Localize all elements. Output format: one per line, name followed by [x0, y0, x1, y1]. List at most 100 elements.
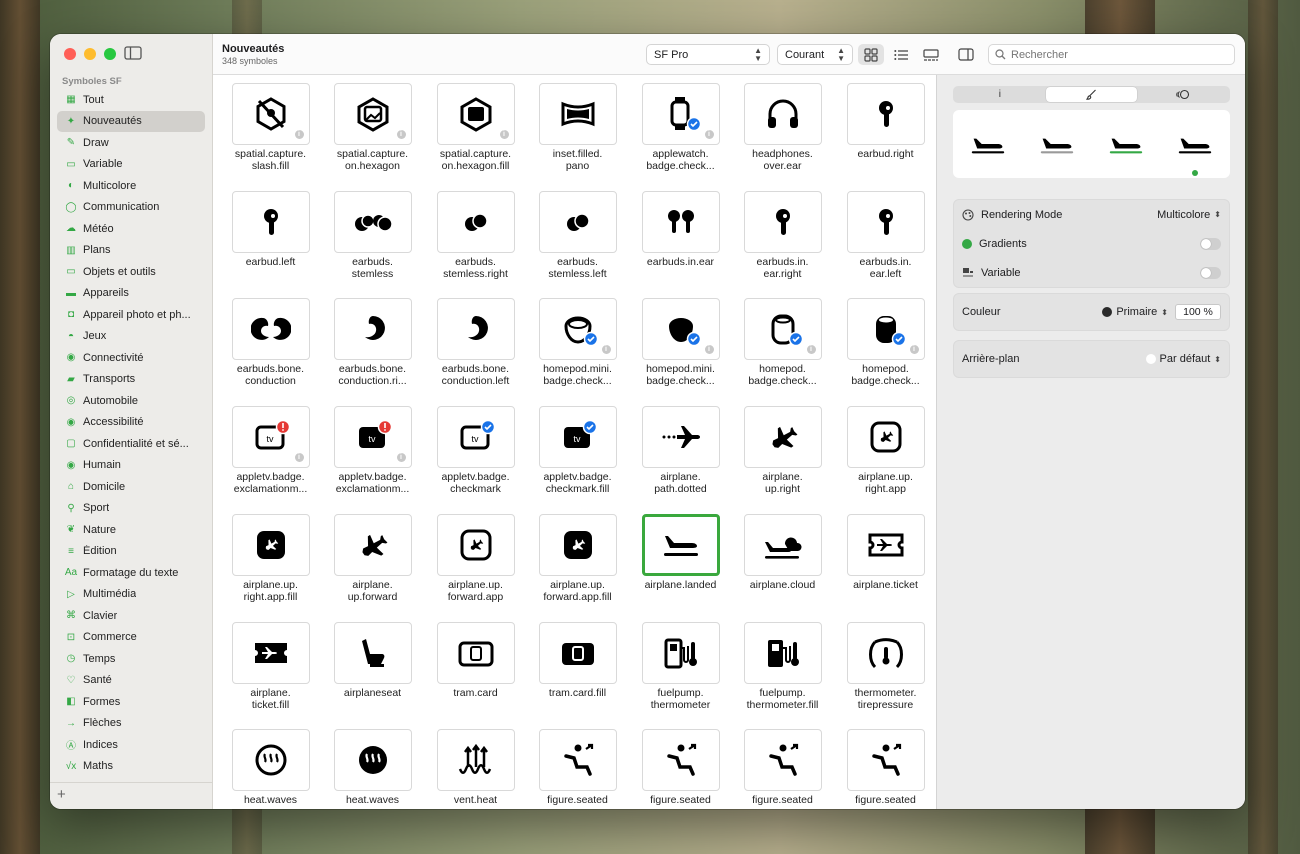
symbol-thumbnail[interactable]	[846, 621, 925, 684]
symbol-tile[interactable]: heat.waves	[223, 729, 318, 806]
symbol-thumbnail[interactable]	[231, 621, 310, 684]
symbol-thumbnail[interactable]	[333, 513, 412, 576]
symbol-thumbnail[interactable]	[538, 83, 617, 145]
symbol-tile[interactable]: figure.seated	[735, 729, 830, 806]
sidebar-item-0[interactable]: ▦ Tout	[57, 89, 205, 111]
sidebar-item-7[interactable]: ▥ Plans	[57, 240, 205, 262]
sidebar-item-13[interactable]: ▰ Transports	[57, 369, 205, 391]
sidebar-item-31[interactable]: √x Maths	[57, 756, 205, 778]
symbol-tile[interactable]: airplane.landed	[633, 513, 728, 591]
symbol-thumbnail[interactable]	[743, 729, 822, 792]
symbol-thumbnail[interactable]: i	[538, 298, 617, 361]
weight-popup[interactable]: Courant ▲ ▼	[777, 44, 853, 65]
symbol-tile[interactable]: figure.seated	[530, 729, 625, 806]
symbol-tile[interactable]: fuelpump. thermometer.fill	[735, 621, 830, 711]
sidebar-item-29[interactable]: → Flèches	[57, 713, 205, 735]
symbol-tile[interactable]: i spatial.capture. on.hexagon.fill	[428, 83, 523, 172]
zoom-button[interactable]	[104, 48, 116, 60]
symbol-thumbnail[interactable]	[743, 621, 822, 684]
symbol-thumbnail[interactable]: i	[436, 83, 515, 145]
symbol-tile[interactable]: airplaneseat	[325, 621, 420, 699]
symbol-tile[interactable]: i homepod.mini. badge.check...	[633, 298, 728, 387]
symbol-thumbnail[interactable]	[436, 513, 515, 576]
sidebar-item-27[interactable]: ♡ Santé	[57, 670, 205, 692]
tab-info[interactable]: i	[954, 87, 1046, 102]
sidebar-item-3[interactable]: ▭ Variable	[57, 154, 205, 176]
rendering-mode-popup[interactable]: Multicolore ⬍	[1157, 209, 1221, 221]
opacity-field[interactable]: 100 %	[1175, 304, 1221, 320]
symbol-tile[interactable]: tv appletv.badge. checkmark.fill	[530, 406, 625, 495]
symbol-thumbnail[interactable]	[743, 513, 822, 576]
sidebar-item-17[interactable]: ◉ Humain	[57, 455, 205, 477]
symbol-tile[interactable]: earbuds.in. ear.left	[838, 190, 933, 280]
minimize-button[interactable]	[84, 48, 96, 60]
symbol-tile[interactable]: tram.card.fill	[530, 621, 625, 699]
sidebar-toggle-icon[interactable]	[124, 45, 142, 61]
symbol-tile[interactable]: airplane. up.forward	[325, 513, 420, 603]
info-icon[interactable]: i	[704, 130, 714, 139]
symbol-tile[interactable]: i applewatch. badge.check...	[633, 83, 728, 172]
symbol-thumbnail[interactable]: i	[743, 298, 822, 361]
symbol-tile[interactable]: earbuds. stemless	[325, 190, 420, 280]
symbol-thumbnail[interactable]	[436, 729, 515, 792]
info-icon[interactable]: i	[909, 345, 919, 355]
symbol-thumbnail[interactable]: i	[333, 83, 412, 145]
symbol-thumbnail[interactable]: i	[846, 298, 925, 361]
symbol-tile[interactable]: i homepod.mini. badge.check...	[530, 298, 625, 387]
background-popup[interactable]: Par défaut ⬍	[1145, 353, 1221, 365]
gallery-view-button[interactable]	[918, 44, 944, 65]
close-button[interactable]	[64, 48, 76, 60]
symbol-thumbnail[interactable]	[333, 621, 412, 684]
preview-hierarchical[interactable]	[1034, 124, 1080, 164]
symbol-tile[interactable]: airplane.up. forward.app	[428, 513, 523, 603]
sidebar-item-30[interactable]: Ⓐ Indices	[57, 734, 205, 756]
symbol-tile[interactable]: airplane. ticket.fill	[223, 621, 318, 711]
symbol-thumbnail[interactable]	[436, 190, 515, 253]
symbol-thumbnail[interactable]: i	[641, 83, 720, 145]
symbol-tile[interactable]: i spatial.capture. slash.fill	[223, 83, 318, 172]
symbol-thumbnail[interactable]: tv	[436, 406, 515, 469]
symbol-tile[interactable]: inset.filled. pano	[530, 83, 625, 172]
symbol-thumbnail[interactable]	[641, 190, 720, 253]
symbol-tile[interactable]: thermometer. tirepressure	[838, 621, 933, 711]
info-icon[interactable]: i	[396, 453, 406, 463]
symbol-tile[interactable]: tv appletv.badge. checkmark	[428, 406, 523, 495]
sidebar-item-12[interactable]: ◉ Connectivité	[57, 347, 205, 369]
symbol-thumbnail[interactable]	[231, 190, 310, 253]
symbol-tile[interactable]: vent.heat	[428, 729, 523, 806]
symbol-thumbnail[interactable]	[333, 298, 412, 361]
symbol-tile[interactable]: earbuds.bone. conduction.left	[428, 298, 523, 387]
symbol-thumbnail[interactable]: tv	[538, 406, 617, 469]
symbol-tile[interactable]: tv i appletv.badge. exclamationm...	[223, 406, 318, 495]
preview-palette[interactable]	[1103, 124, 1149, 164]
symbol-tile[interactable]: earbuds.in.ear	[633, 190, 728, 268]
sidebar-item-22[interactable]: Aa Formatage du texte	[57, 562, 205, 584]
symbol-tile[interactable]: airplane.up. forward.app.fill	[530, 513, 625, 603]
symbol-tile[interactable]: i homepod. badge.check...	[838, 298, 933, 387]
symbol-thumbnail[interactable]	[743, 83, 822, 145]
sidebar-item-25[interactable]: ⊡ Commerce	[57, 627, 205, 649]
symbol-tile[interactable]: earbud.left	[223, 190, 318, 268]
symbol-thumbnail[interactable]	[538, 729, 617, 792]
info-icon[interactable]: i	[704, 345, 714, 355]
symbol-tile[interactable]: airplane. path.dotted	[633, 406, 728, 495]
sidebar-item-19[interactable]: ⚲ Sport	[57, 498, 205, 520]
symbol-tile[interactable]: tram.card	[428, 621, 523, 699]
search-field[interactable]	[988, 44, 1235, 65]
symbol-thumbnail[interactable]	[641, 621, 720, 684]
sidebar-item-9[interactable]: ▬ Appareils	[57, 283, 205, 305]
sidebar-item-20[interactable]: ❦ Nature	[57, 519, 205, 541]
variable-toggle[interactable]	[1200, 266, 1221, 279]
symbol-tile[interactable]: airplane.ticket	[838, 513, 933, 591]
sidebar-item-14[interactable]: ◎ Automobile	[57, 390, 205, 412]
sidebar-item-24[interactable]: ⌘ Clavier	[57, 605, 205, 627]
symbol-thumbnail[interactable]: tv i	[231, 406, 310, 469]
symbol-tile[interactable]: airplane.cloud	[735, 513, 830, 591]
add-collection-button[interactable]: +	[57, 786, 66, 803]
symbol-thumbnail[interactable]	[538, 513, 617, 576]
symbol-thumbnail[interactable]	[641, 406, 720, 469]
color-popup[interactable]: Primaire ⬍	[1102, 306, 1168, 318]
info-icon[interactable]: i	[806, 345, 816, 355]
sidebar-item-10[interactable]: ◘ Appareil photo et ph...	[57, 304, 205, 326]
tab-animation[interactable]	[1137, 87, 1229, 102]
